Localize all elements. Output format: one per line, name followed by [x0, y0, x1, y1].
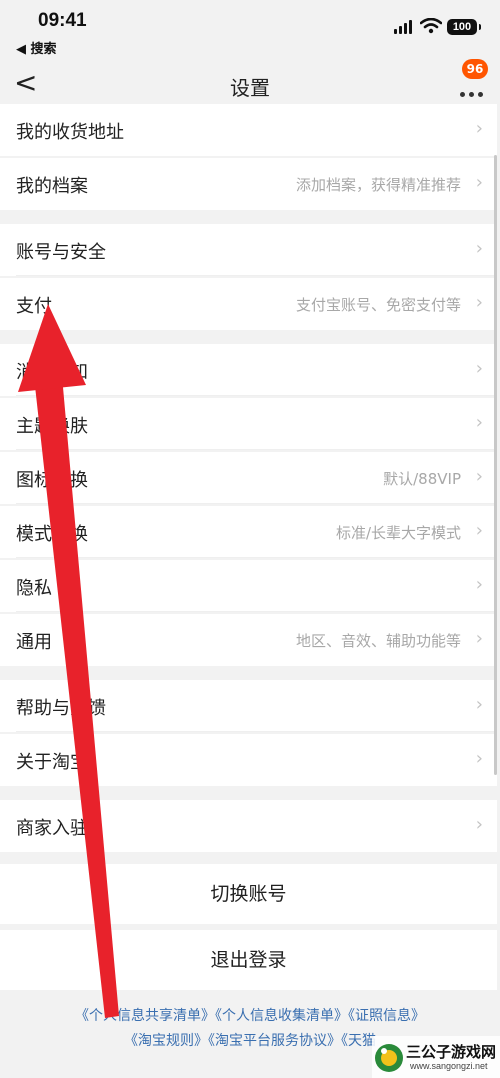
switch-account-button[interactable]: 切换账号: [0, 864, 497, 924]
watermark-logo-icon: [375, 1044, 403, 1072]
settings-row-hint: 支付宝账号、免密支付等: [295, 296, 461, 314]
chevron-right-icon: ›: [475, 358, 483, 379]
row-divider: [16, 557, 497, 558]
settings-row-merchant[interactable]: 商家入驻 ›: [0, 800, 497, 852]
status-time: 09:41: [38, 10, 87, 31]
chevron-right-icon: ›: [475, 292, 483, 313]
settings-row-label: 模式切换: [16, 524, 88, 545]
back-to-app-link[interactable]: ◀ 搜索: [16, 38, 57, 57]
chevron-right-icon: ›: [475, 574, 483, 595]
cellular-signal-icon: [394, 20, 412, 34]
settings-row-notifications[interactable]: 消息通知 ›: [0, 344, 497, 396]
chevron-right-icon: ›: [475, 238, 483, 259]
chevron-right-icon: ›: [475, 520, 483, 541]
settings-row-label: 我的收货地址: [16, 122, 124, 143]
settings-row-mode[interactable]: 模式切换 标准/长辈大字模式 ›: [0, 506, 497, 558]
watermark-url: www.sangongzi.net: [410, 1061, 488, 1071]
settings-row-hint: 添加档案，获得精准推荐: [295, 176, 461, 194]
settings-row-general[interactable]: 通用 地区、音效、辅助功能等 ›: [0, 614, 497, 666]
footer-link-license-info[interactable]: 《证照信息》: [348, 1008, 425, 1024]
footer-link-taobao-rules[interactable]: 《淘宝规则》: [124, 1033, 208, 1049]
settings-row-label: 帮助与反馈: [16, 698, 106, 719]
settings-row-label: 主题换肤: [16, 416, 88, 437]
chevron-right-icon: ›: [475, 118, 483, 139]
row-divider: [16, 449, 497, 450]
settings-row-theme[interactable]: 主题换肤 ›: [0, 398, 497, 450]
logout-button[interactable]: 退出登录: [0, 930, 497, 990]
footer-link-info-share-list[interactable]: 《个人信息共享清单》: [75, 1008, 215, 1024]
footer-link-service-agreement[interactable]: 《淘宝平台服务协议》: [208, 1033, 341, 1049]
settings-row-label: 账号与安全: [16, 242, 106, 263]
message-count-badge: 96: [462, 59, 488, 79]
chevron-right-icon: ›: [475, 172, 483, 193]
settings-row-label: 我的档案: [16, 176, 88, 197]
site-watermark: 三公子游戏网 www.sangongzi.net: [372, 1036, 500, 1078]
settings-row-privacy[interactable]: 隐私 ›: [0, 560, 497, 612]
battery-icon: 100: [447, 19, 481, 35]
chevron-right-icon: ›: [475, 628, 483, 649]
settings-row-label: 隐私: [16, 578, 52, 599]
chevron-right-icon: ›: [475, 748, 483, 769]
chevron-right-icon: ›: [475, 814, 483, 835]
page-title: 设置: [230, 76, 270, 100]
chevron-right-icon: ›: [475, 412, 483, 433]
nav-bar: < 设置: [0, 60, 500, 110]
settings-row-label: 商家入驻: [16, 818, 88, 839]
settings-row-payment[interactable]: 支付 支付宝账号、免密支付等 ›: [0, 278, 497, 330]
wifi-icon: [420, 18, 442, 34]
footer-link-info-collect-list[interactable]: 《个人信息收集清单》: [215, 1008, 348, 1024]
settings-row-label: 支付: [16, 296, 52, 317]
more-options-icon[interactable]: [456, 80, 488, 100]
chevron-right-icon: ›: [475, 466, 483, 487]
settings-row-address[interactable]: 我的收货地址 ›: [0, 104, 497, 156]
settings-row-label: 消息通知: [16, 362, 88, 383]
row-divider: [16, 611, 497, 612]
settings-row-hint: 标准/长辈大字模式: [335, 524, 461, 542]
settings-row-label: 关于淘宝: [16, 752, 88, 773]
row-divider: [16, 395, 497, 396]
scrollbar[interactable]: [494, 155, 497, 775]
settings-row-hint: 默认/88VIP: [383, 470, 461, 488]
chevron-right-icon: ›: [475, 694, 483, 715]
footer-links-line1: 《个人信息共享清单》《个人信息收集清单》《证照信息》: [0, 1005, 500, 1025]
footer-link-tmall[interactable]: 《天猫: [341, 1033, 376, 1049]
row-divider: [16, 731, 497, 732]
row-divider: [16, 275, 497, 276]
watermark-title: 三公子游戏网: [406, 1043, 497, 1061]
settings-row-hint: 地区、音效、辅助功能等: [295, 632, 461, 650]
status-bar: 09:41 ◀ 搜索 100: [0, 0, 500, 60]
settings-row-about[interactable]: 关于淘宝 ›: [0, 734, 497, 786]
settings-row-label: 通用: [16, 632, 52, 653]
settings-row-help-feedback[interactable]: 帮助与反馈 ›: [0, 680, 497, 732]
settings-row-profile[interactable]: 我的档案 添加档案，获得精准推荐 ›: [0, 158, 497, 210]
settings-row-label: 图标切换: [16, 470, 88, 491]
settings-row-app-icon[interactable]: 图标切换 默认/88VIP ›: [0, 452, 497, 504]
row-divider: [16, 503, 497, 504]
settings-row-account-security[interactable]: 账号与安全 ›: [0, 224, 497, 276]
